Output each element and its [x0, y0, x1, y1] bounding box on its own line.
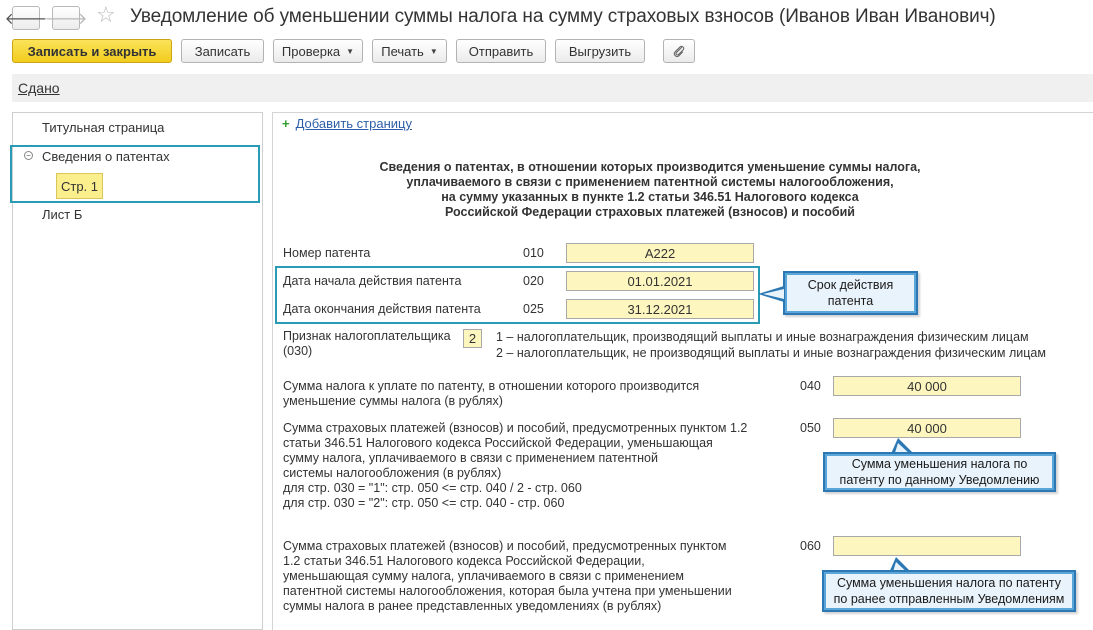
label-line: Сумма страховых платежей (взносов) и пос…	[283, 421, 748, 435]
callout-line: Сумма уменьшения налога по	[851, 457, 1028, 471]
previous-sum-label: Сумма страховых платежей (взносов) и пос…	[283, 539, 732, 614]
label-line: системы налогообложения (в рублях)	[283, 466, 502, 480]
reduction-callout: Сумма уменьшения налога по патенту по да…	[823, 452, 1056, 492]
patent-number-label: Номер патента	[283, 246, 371, 260]
taxpayer-sign-option-1: 1 – налогоплательщик, производящий выпла…	[496, 330, 1029, 344]
status-strip: Сдано	[12, 74, 1093, 102]
paperclip-icon	[673, 45, 685, 58]
patent-number-value: А222	[644, 245, 676, 261]
save-button[interactable]: Записать	[181, 39, 264, 63]
callout-line: Срок действия	[807, 278, 894, 292]
add-page-label: Добавить страницу	[295, 116, 412, 131]
form-pane-border	[272, 112, 273, 630]
previous-sum-code: 060	[800, 539, 821, 553]
forward-button[interactable]: 🡒	[45, 6, 87, 30]
window-title: Уведомление об уменьшении суммы налога н…	[130, 6, 996, 27]
insurance-sum-label: Сумма страховых платежей (взносов) и пос…	[283, 421, 747, 511]
label-line: сумму налога, уплачиваемого в связи с пр…	[283, 451, 658, 465]
plus-icon: +	[282, 116, 290, 131]
label-line: патентной системы налогообложения, котор…	[283, 584, 732, 598]
attach-button[interactable]	[663, 39, 695, 63]
label-line: статьи 346.51 Налогового кодекса Российс…	[283, 436, 713, 450]
highlight-dates-box	[275, 266, 760, 324]
label-line: Признак налогоплательщика	[283, 329, 451, 343]
label-line: для стр. 030 = "2": стр. 050 <= стр. 040…	[283, 496, 565, 510]
callout-line: Сумма уменьшения налога по патенту	[836, 576, 1062, 590]
label-line: уменьшение суммы налога (в рублях)	[283, 394, 503, 408]
save-and-close-button[interactable]: Записать и закрыть	[12, 39, 172, 63]
previous-callout: Сумма уменьшения налога по патенту по ра…	[822, 570, 1076, 612]
insurance-sum-value: 40 000	[907, 420, 947, 436]
back-button[interactable]: 🡐	[5, 6, 47, 30]
previous-sum-field[interactable]	[833, 536, 1021, 556]
heading-line: Сведения о патентах, в отношении которых…	[379, 160, 921, 174]
add-page-link[interactable]: + Добавить страницу	[282, 116, 412, 131]
patent-number-code: 010	[523, 246, 544, 260]
label-line: уменьшающая сумму налога, уплачиваемого …	[283, 569, 684, 583]
label-line: Сумма налога к уплате по патенту, в отно…	[283, 379, 700, 393]
heading-line: уплачиваемого в связи с применением пате…	[406, 175, 894, 189]
tax-sum-field[interactable]: 40 000	[833, 376, 1021, 396]
check-dropdown-button[interactable]: Проверка ▼	[273, 39, 363, 63]
favorite-star-icon[interactable]: ☆	[96, 4, 116, 26]
callout-pointer	[758, 286, 784, 302]
heading-line: Российской Федерации страховых платежей …	[445, 205, 855, 219]
patent-number-field[interactable]: А222	[566, 243, 754, 263]
callout-line: по ранее отправленным Уведомлениям	[833, 592, 1065, 606]
arrow-right-icon: 🡒	[44, 10, 88, 28]
export-button[interactable]: Выгрузить	[555, 39, 645, 63]
taxpayer-sign-value: 2	[468, 331, 477, 346]
caret-down-icon: ▼	[346, 46, 355, 56]
status-link[interactable]: Сдано	[18, 80, 60, 96]
print-dropdown-button[interactable]: Печать ▼	[372, 39, 447, 63]
highlight-patents-box	[10, 145, 260, 203]
label-line: 1.2 статьи 346.51 Налогового кодекса Рос…	[283, 554, 645, 568]
label-line: Сумма страховых платежей (взносов) и пос…	[283, 539, 727, 553]
tax-sum-code: 040	[800, 379, 821, 393]
heading-line: на сумму указанных в пункте 1.2 статьи 3…	[441, 190, 859, 204]
tax-sum-value: 40 000	[907, 378, 947, 394]
label-line: (030)	[283, 344, 313, 358]
taxpayer-sign-option-2: 2 – налогоплательщик, не производящий вы…	[496, 346, 1046, 360]
caret-down-icon: ▼	[429, 46, 438, 56]
taxpayer-sign-field[interactable]: 2	[463, 329, 482, 348]
section-heading: Сведения о патентах, в отношении которых…	[280, 160, 1020, 220]
send-button[interactable]: Отправить	[456, 39, 546, 63]
tax-sum-label: Сумма налога к уплате по патенту, в отно…	[283, 379, 699, 409]
label-line: суммы налога в ранее представленных увед…	[283, 599, 662, 613]
print-button-label: Печать	[381, 43, 424, 59]
pane-divider[interactable]	[262, 112, 263, 630]
form-pane-border	[272, 112, 1093, 113]
callout-line: патенту по данному Уведомлению	[839, 473, 1040, 487]
insurance-sum-field[interactable]: 40 000	[833, 418, 1021, 438]
nav-item-title-page[interactable]: Титульная страница	[42, 120, 164, 135]
validity-callout: Срок действия патента	[783, 271, 918, 315]
label-line: для стр. 030 = "1": стр. 050 <= стр. 040…	[283, 481, 582, 495]
callout-line: патента	[827, 294, 874, 308]
nav-item-sheet-b[interactable]: Лист Б	[42, 207, 82, 222]
insurance-sum-code: 050	[800, 421, 821, 435]
check-button-label: Проверка	[281, 43, 341, 59]
taxpayer-sign-label: Признак налогоплательщика (030)	[283, 329, 451, 359]
arrow-left-icon: 🡐	[4, 10, 48, 28]
